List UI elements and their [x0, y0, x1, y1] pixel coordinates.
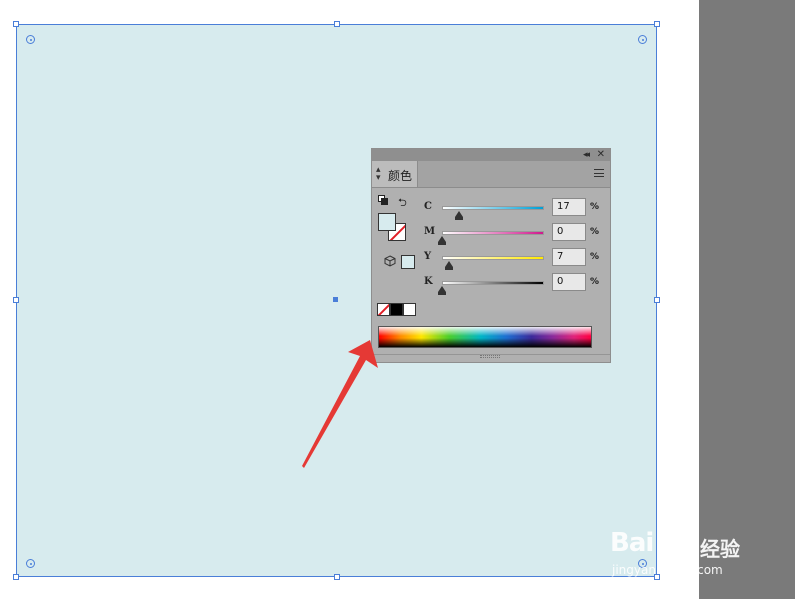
slider-thumb-c[interactable]: [455, 211, 464, 220]
swap-arrow-icon[interactable]: ⮌: [398, 194, 407, 213]
none-swatch[interactable]: [377, 303, 390, 316]
corner-widget-top-right[interactable]: [638, 35, 647, 44]
slider-letter: K: [424, 276, 433, 287]
fill-swatch[interactable]: [378, 213, 396, 231]
handle-middle-right[interactable]: [654, 297, 660, 303]
slider-letter: Y: [424, 251, 432, 262]
slider-letter: C: [424, 201, 432, 212]
slider-unit: %: [590, 252, 600, 262]
slider-value-field-k[interactable]: 0: [552, 273, 586, 291]
slider-value-field-m[interactable]: 0: [552, 223, 586, 241]
pasteboard: [699, 0, 795, 599]
white-swatch[interactable]: [403, 303, 416, 316]
default-colors-icon[interactable]: [378, 195, 388, 205]
corner-widget-bottom-left[interactable]: [26, 559, 35, 568]
slider-thumb-y[interactable]: [445, 261, 454, 270]
handle-top-right[interactable]: [654, 21, 660, 27]
slider-unit: %: [590, 227, 600, 237]
handle-top-left[interactable]: [13, 21, 19, 27]
slider-row-c: C 17%: [424, 198, 604, 223]
watermark-logo: Bai du: [610, 528, 697, 558]
watermark-url: jingyan.baidu.com: [612, 563, 723, 577]
tab-arrows-icon[interactable]: ▴ ▾: [376, 166, 381, 183]
slider-value-field-c[interactable]: 17: [552, 198, 586, 216]
corner-widget-top-left[interactable]: [26, 35, 35, 44]
tab-label: 颜色: [388, 169, 413, 183]
annotation-arrow: [302, 340, 378, 468]
handle-top-middle[interactable]: [334, 21, 340, 27]
slider-row-y: Y 7%: [424, 248, 604, 273]
slider-thumb-m[interactable]: [438, 236, 446, 245]
color-panel: ◂◂ ✕ ▴ ▾ 颜色 ⮌ C 17% M 0% Y 7% K 0%: [371, 148, 611, 363]
gamut-cube-icon[interactable]: [384, 255, 396, 267]
slider-track-m[interactable]: [442, 231, 544, 235]
slider-letter: M: [424, 226, 436, 237]
gamut-swatch[interactable]: [401, 255, 415, 269]
center-point: [333, 297, 338, 302]
slider-track-c[interactable]: [442, 206, 544, 210]
slider-thumb-k[interactable]: [438, 286, 446, 295]
tab-color[interactable]: ▴ ▾ 颜色: [372, 161, 418, 187]
handle-bottom-left[interactable]: [13, 574, 19, 580]
resize-grip[interactable]: [480, 355, 500, 358]
color-spectrum-bar[interactable]: [378, 326, 592, 348]
slider-track-k[interactable]: [442, 281, 544, 285]
handle-bottom-middle[interactable]: [334, 574, 340, 580]
slider-row-k: K 0%: [424, 273, 604, 298]
close-icon[interactable]: ✕: [597, 149, 605, 161]
panel-tabbar: ▴ ▾ 颜色: [372, 161, 610, 188]
slider-row-m: M 0%: [424, 223, 604, 248]
panel-menu-icon[interactable]: [594, 169, 604, 177]
slider-unit: %: [590, 202, 600, 212]
slider-unit: %: [590, 277, 600, 287]
panel-titlebar[interactable]: ◂◂ ✕: [372, 149, 610, 161]
watermark-text: 经验: [700, 537, 740, 561]
black-swatch[interactable]: [390, 303, 403, 316]
slider-value-field-y[interactable]: 7: [552, 248, 586, 266]
handle-middle-left[interactable]: [13, 297, 19, 303]
collapse-icon[interactable]: ◂◂: [583, 149, 590, 161]
slider-track-y[interactable]: [442, 256, 544, 260]
